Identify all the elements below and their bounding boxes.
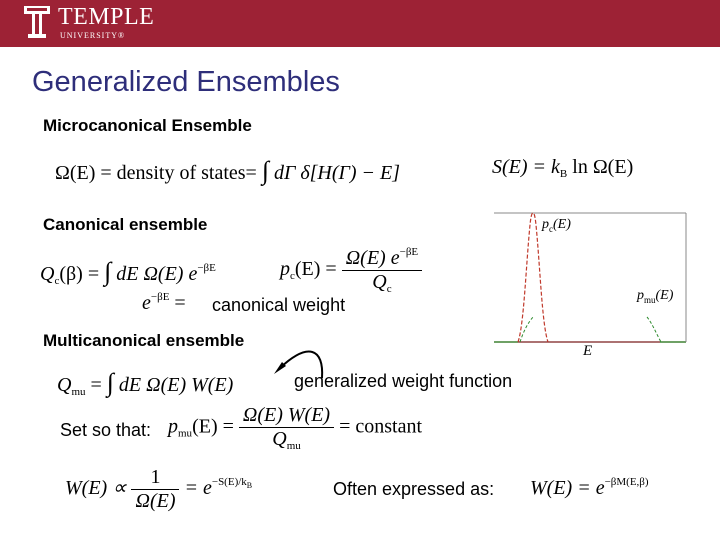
- plot-xlabel-text: E: [583, 343, 593, 359]
- often-expressed-label: Often expressed as:: [333, 479, 495, 499]
- w-fraction: 1 Ω(E): [131, 466, 180, 513]
- w4-lhs: W(E) = e: [530, 477, 605, 499]
- integral-sign: ∫: [261, 156, 269, 185]
- w-den-text: Ω(E): [135, 490, 176, 512]
- header-banner: TEMPLE UNIVERSITY®: [0, 0, 720, 47]
- brand-subtitle: UNIVERSITY®: [60, 31, 126, 40]
- equation-canonical-weight: e−βE =: [142, 291, 186, 315]
- set-so-that-label: Set so that:: [60, 420, 152, 440]
- temple-t-logo-icon: [24, 6, 50, 38]
- pc-den-text: Q: [372, 271, 387, 293]
- plot-label-multicanonical: pmu(E): [637, 288, 673, 305]
- dos-lhs: Ω(E) = density of states=: [55, 162, 262, 184]
- plot-label-c-p: p: [542, 217, 549, 232]
- pmu-numerator: Ω(E) W(E): [238, 404, 335, 428]
- qc-sup: −βE: [197, 262, 216, 274]
- equation-multicanonical-probability: pmu(E) = Ω(E) W(E) Qmu = constant: [168, 404, 422, 452]
- generalized-weight-label: generalized weight function: [294, 371, 513, 391]
- w-sup: −S(E)/k: [211, 476, 247, 489]
- pmu-den-sub: mu: [286, 440, 301, 452]
- entropy-lhs: S(E) = k: [492, 156, 560, 178]
- pmu-fraction: Ω(E) W(E) Qmu: [238, 404, 335, 452]
- pc-symbol: p: [280, 258, 290, 281]
- pmu-mid: (E) =: [192, 415, 239, 438]
- w-eq: = e: [179, 477, 212, 500]
- qmu-eq: =: [85, 374, 107, 396]
- slide-title: Generalized Ensembles: [32, 66, 340, 98]
- plot-label-mu-arg: (E): [655, 288, 674, 303]
- equation-entropy: S(E) = kB ln Ω(E): [492, 156, 633, 180]
- plot-label-c-arg: (E): [553, 217, 571, 232]
- w-sup-sub: B: [246, 481, 253, 491]
- pc-num-sup: −βE: [399, 246, 419, 258]
- pc-mid: (E) =: [294, 258, 342, 281]
- distribution-plot: [494, 212, 687, 343]
- pmu-den-text: Q: [272, 428, 287, 450]
- canonical-weight-label: canonical weight: [212, 295, 346, 315]
- qmu-symbol: Q: [57, 374, 72, 396]
- equation-density-of-states: Ω(E) = density of states= ∫ dΓ δ[H(Γ) − …: [55, 156, 400, 186]
- equation-canonical-partition: Qc(β) = ∫ dE Ω(E) e−βE: [40, 257, 216, 287]
- pc-num-text: Ω(E) e: [345, 247, 400, 269]
- entropy-rest: ln Ω(E): [567, 156, 634, 178]
- qc-symbol: Q: [40, 263, 55, 285]
- pmu-sub: mu: [178, 427, 193, 440]
- w-denominator: Ω(E): [131, 490, 179, 513]
- pc-denominator: Qc: [342, 271, 422, 295]
- plot-xlabel: E: [583, 343, 592, 360]
- qc-mid: (β) =: [59, 263, 105, 285]
- weight-e: e: [142, 292, 151, 314]
- weight-sup: −βE: [150, 291, 170, 303]
- pmu-denominator: Qmu: [239, 428, 334, 452]
- pc-numerator: Ω(E) e−βE: [341, 246, 423, 271]
- pc-fraction: Ω(E) e−βE Qc: [341, 246, 423, 295]
- plot-label-mu-p: p: [637, 288, 644, 303]
- w4-sup: −βM(E,β): [604, 476, 649, 488]
- equation-multicanonical-partition: Qmu = ∫ dE Ω(E) W(E): [57, 368, 233, 398]
- qmu-rhs: dE Ω(E) W(E): [113, 374, 234, 396]
- plot-label-canonical: pc(E): [542, 217, 571, 234]
- pc-den-sub: c: [386, 283, 392, 295]
- plot-label-mu-sub: mu: [644, 295, 656, 305]
- brand-name: TEMPLE: [58, 4, 155, 30]
- dos-rhs: dΓ δ[H(Γ) − E]: [268, 162, 401, 184]
- multicanonical-curve-right: [646, 316, 662, 343]
- w-lhs: W(E) ∝: [65, 477, 132, 500]
- pmu-symbol: p: [168, 415, 178, 438]
- w-numerator: 1: [131, 466, 180, 490]
- pmu-num-text: Ω(E) W(E): [242, 404, 331, 426]
- equation-weight-expressed: W(E) = e−βM(E,β): [530, 476, 649, 500]
- heading-canonical: Canonical ensemble: [43, 215, 208, 234]
- equation-canonical-probability: p c (E) = Ω(E) e−βE Qc: [280, 246, 423, 295]
- pmu-rhs: = constant: [334, 415, 423, 438]
- weight-eq: =: [169, 292, 186, 314]
- qc-rhs: dE Ω(E) e: [111, 263, 198, 285]
- equation-weight-definition: W(E) ∝ 1 Ω(E) = e−S(E)/kB: [65, 466, 252, 513]
- heading-microcanonical: Microcanonical Ensemble: [43, 116, 252, 135]
- integral-sign: ∫: [106, 368, 114, 397]
- heading-multicanonical: Multicanonical ensemble: [43, 331, 245, 350]
- qmu-sub: mu: [71, 386, 86, 398]
